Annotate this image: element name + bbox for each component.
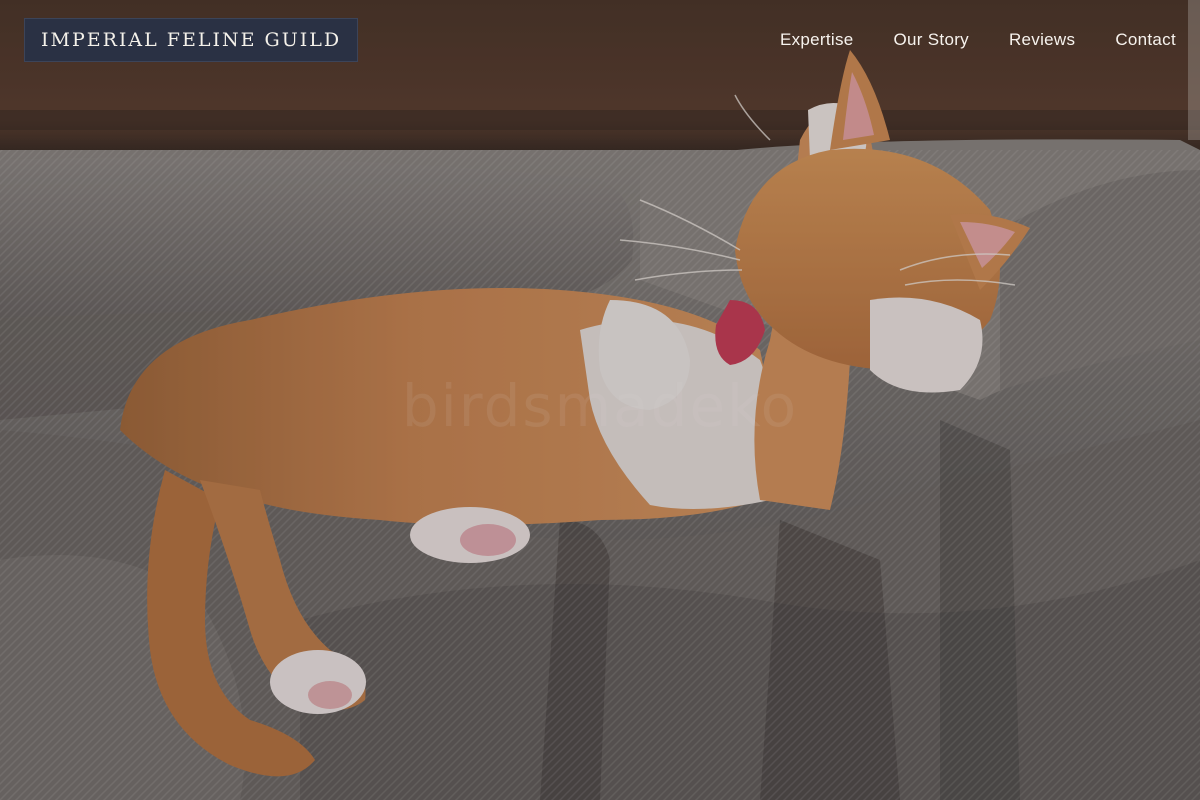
nav-link-contact[interactable]: Contact [1115,30,1176,50]
brand-logo[interactable]: IMPERIAL FELINE GUILD [24,18,359,62]
nav-link-expertise[interactable]: Expertise [780,30,854,50]
site-header: IMPERIAL FELINE GUILD Expertise Our Stor… [0,0,1200,80]
hero-section: birdsmadeko IMPERIAL FELINE GUILD Expert… [0,0,1200,800]
hero-image [0,0,1200,800]
nav-link-our-story[interactable]: Our Story [894,30,969,50]
main-navigation: Expertise Our Story Reviews Contact [780,30,1176,50]
nav-link-reviews[interactable]: Reviews [1009,30,1075,50]
